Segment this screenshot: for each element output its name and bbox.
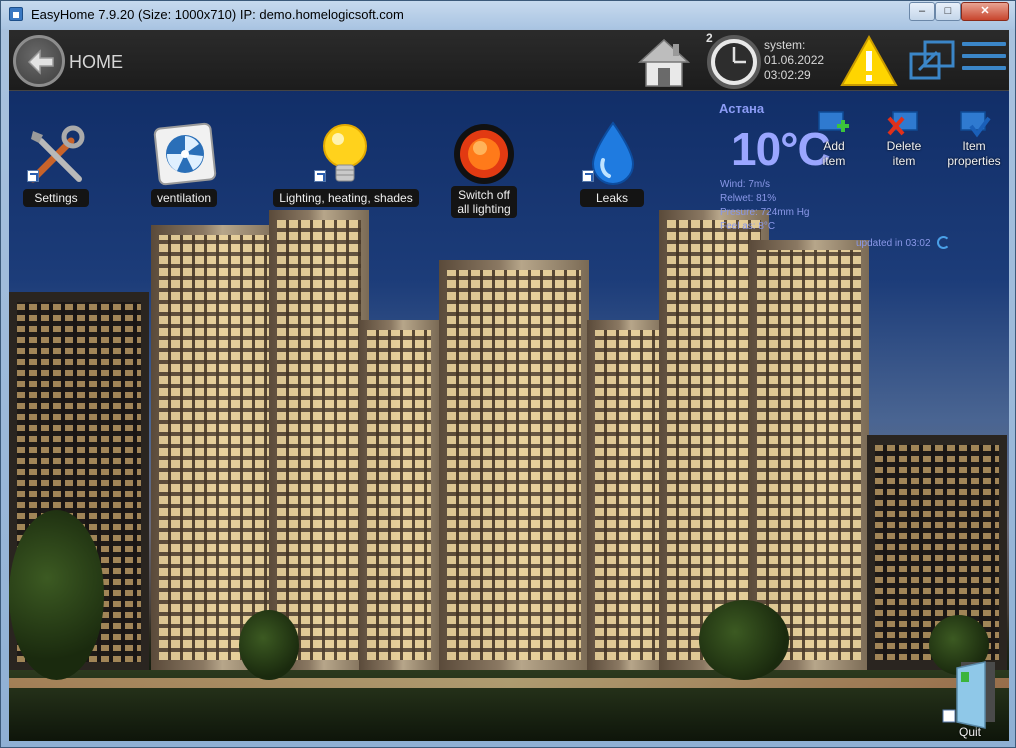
system-datetime: system: 01.06.2022 03:02:29 [764, 38, 824, 83]
maximize-button[interactable]: □ [935, 2, 961, 21]
item-properties-icon [960, 111, 991, 138]
delete-item-button[interactable]: Delete item [869, 110, 939, 172]
menu-icon[interactable] [962, 42, 1006, 78]
weather-feels-like: Feel as: 8°C [720, 221, 776, 232]
system-time: 03:02:29 [764, 68, 811, 82]
delete-item-label: Delete item [869, 139, 939, 169]
item-properties-label-line2: properties [947, 154, 1001, 168]
tile-label: Lighting, heating, shades [273, 189, 419, 207]
quit-label[interactable]: Quit [959, 725, 981, 739]
background-building [439, 260, 589, 670]
warning-icon[interactable] [839, 34, 899, 88]
weather-humidity: Relwet: 81% [720, 193, 777, 204]
tile-label: Switch off all lighting [451, 186, 517, 218]
house-icon[interactable] [637, 36, 691, 90]
refresh-icon[interactable] [937, 236, 950, 249]
back-button[interactable] [13, 35, 65, 87]
app-window: EasyHome 7.9.20 (Size: 1000x710) IP: dem… [0, 0, 1016, 748]
top-bar: HOME 2 system: 01.06.2022 03:02:29 [9, 30, 1009, 91]
add-item-button[interactable]: Add item [799, 110, 869, 172]
add-item-label-line1: Add [823, 139, 845, 153]
tile-label: Settings [23, 189, 89, 207]
tile-label: ventilation [151, 189, 217, 207]
shortcut-icon [582, 170, 594, 182]
background-building [359, 320, 439, 670]
tile-label-line2: all lighting [457, 202, 511, 216]
tree [699, 600, 789, 680]
title-bar[interactable]: EasyHome 7.9.20 (Size: 1000x710) IP: dem… [1, 1, 1015, 29]
add-item-label-line2: item [822, 154, 846, 168]
item-properties-label: Item properties [939, 139, 1009, 169]
red-button-icon [454, 124, 514, 184]
shortcut-icon [314, 170, 326, 182]
window-title: EasyHome 7.9.20 (Size: 1000x710) IP: dem… [31, 7, 404, 22]
item-properties-button[interactable]: Item properties [939, 110, 1009, 172]
window-icon[interactable] [909, 40, 957, 82]
background-building [151, 225, 281, 670]
home-screen: HOME 2 system: 01.06.2022 03:02:29 Setti… [9, 30, 1009, 741]
minimize-button[interactable]: – [909, 2, 935, 21]
delete-item-icon [887, 111, 918, 136]
bulb-icon [323, 124, 367, 182]
delete-item-label-line1: Delete [886, 139, 922, 153]
tree [9, 510, 104, 680]
background-building [587, 320, 667, 670]
weather-updated: updated in 03:02 [856, 238, 931, 249]
weather-wind: Wind: 7m/s [720, 179, 771, 190]
add-item-icon [818, 111, 849, 132]
weather-pressure: Presure: 724mm Hg [720, 207, 810, 218]
tile-label: Leaks [580, 189, 644, 207]
road [9, 678, 1009, 688]
delete-item-label-line2: item [892, 154, 916, 168]
weather-city: Астана [719, 101, 765, 116]
tile-label-line1: Switch off [458, 188, 510, 202]
water-drop-icon [591, 121, 635, 185]
system-label: system: [764, 38, 806, 52]
page-title: HOME [69, 52, 123, 72]
shortcut-icon [27, 170, 39, 182]
background-building [269, 210, 369, 670]
system-date: 01.06.2022 [764, 53, 825, 67]
fan-icon [153, 122, 217, 186]
clock-icon[interactable] [706, 34, 762, 90]
item-properties-label-line1: Item [962, 139, 986, 153]
tree [239, 610, 299, 680]
back-arrow-icon [27, 49, 54, 75]
close-button[interactable]: ✕ [961, 2, 1009, 21]
add-item-label: Add item [799, 139, 869, 169]
app-icon [9, 7, 23, 21]
